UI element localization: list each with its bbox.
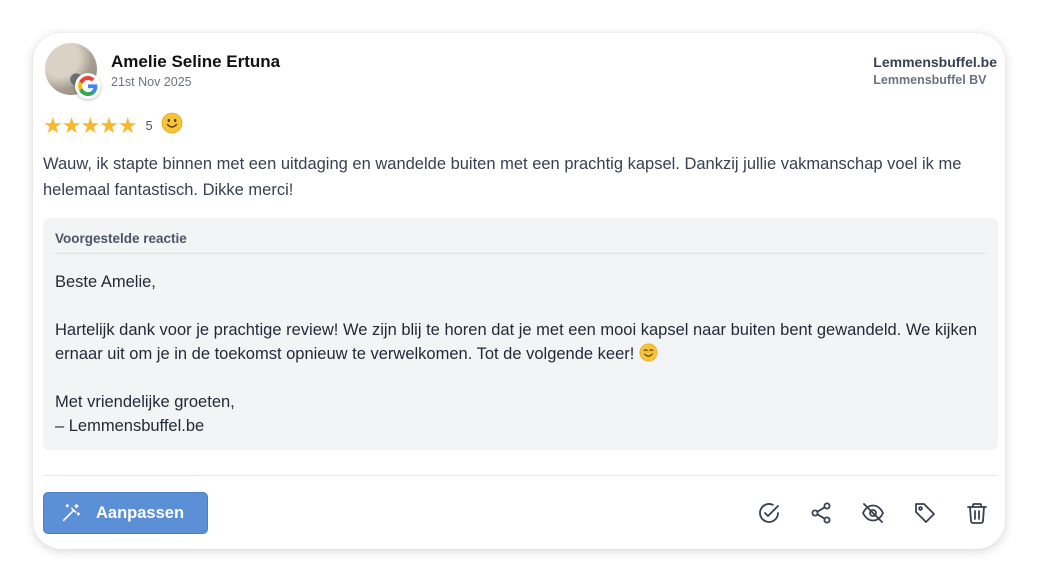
reply-signature: – Lemmensbuffel.be [55,417,205,435]
hide-icon[interactable] [859,499,887,527]
action-toolbar [755,499,991,527]
approve-icon[interactable] [755,499,783,527]
review-text: Wauw, ik stapte binnen met een uitdaging… [43,155,962,199]
rating-value: 5 [145,118,153,133]
rating: ★★★★★ 5 [43,112,183,139]
suggested-reply-title: Voorgestelde reactie [55,231,986,254]
business-company: Lemmensbuffel BV [873,73,987,87]
reply-greeting: Beste Amelie, [55,273,156,291]
avatar [45,43,101,99]
smiling-emoji-icon [639,343,658,363]
adjust-button[interactable]: Aanpassen [43,492,208,534]
suggested-reply-body: Beste Amelie, Hartelijk dank voor je pra… [55,270,986,438]
reply-paragraph: Hartelijk dank voor je prachtige review!… [55,318,986,366]
business-info: Lemmensbuffel.be Lemmensbuffel BV [873,54,997,87]
tag-icon[interactable] [911,499,939,527]
divider [43,475,998,476]
share-icon[interactable] [807,499,835,527]
adjust-button-label: Aanpassen [96,503,185,522]
google-icon [75,73,101,99]
suggested-reply: Voorgestelde reactie Beste Amelie, Harte… [43,218,998,450]
business-name: Lemmensbuffel.be [873,54,997,70]
reviewer-name: Amelie Seline Ertuna [111,52,281,71]
reply-paragraph-text: Hartelijk dank voor je prachtige review!… [55,321,978,363]
reply-closing: Met vriendelijke groeten, [55,393,235,411]
review-date: 21st Nov 2025 [111,75,192,89]
review-card: Amelie Seline Ertuna 21st Nov 2025 Lemme… [33,33,1005,549]
magic-wand-icon [62,503,81,522]
smiley-icon [161,112,183,139]
delete-icon[interactable] [963,499,991,527]
star-rating-icons: ★★★★★ [43,112,138,138]
